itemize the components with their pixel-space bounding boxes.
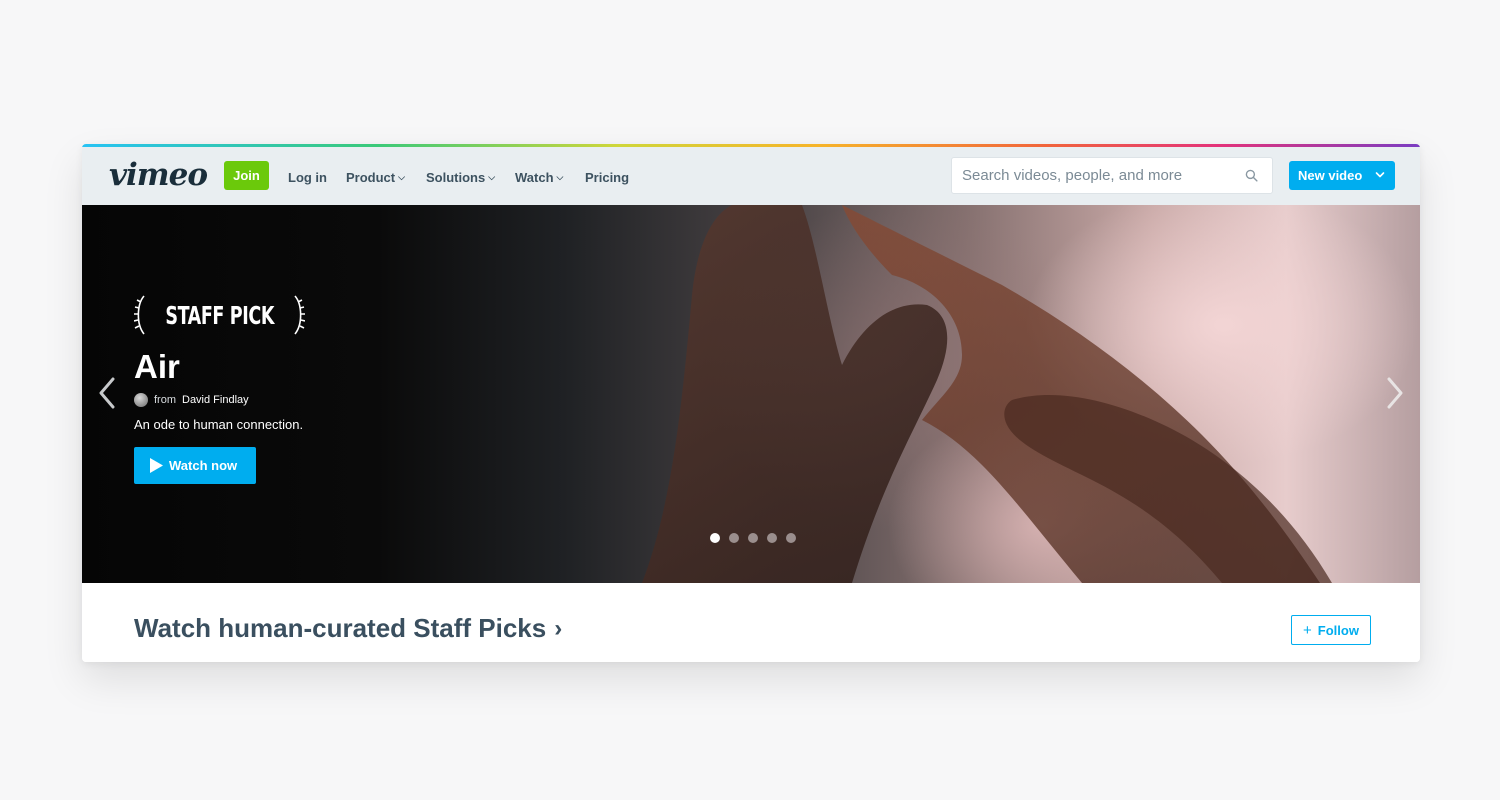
author-link[interactable]: David Findlay — [182, 394, 249, 406]
search-input[interactable] — [952, 158, 1242, 193]
watch-now-label: Watch now — [169, 458, 238, 473]
nav-watch[interactable]: Watch ⌵ — [515, 170, 563, 185]
chevron-right-icon: › — [554, 614, 563, 642]
carousel-dot[interactable] — [786, 533, 796, 543]
nav-product-label: Product — [346, 170, 396, 185]
section-title: Watch human-curated Staff Picks — [134, 613, 547, 643]
hero-content: STAFF PICK Air from David Findlay An ode… — [134, 293, 306, 484]
top-navigation: vimeo Join Log in Product ⌵ Solutions ⌵ Wa… — [82, 147, 1420, 205]
staff-pick-label: STAFF PICK — [165, 300, 275, 330]
nav-login-label: Log in — [288, 170, 327, 185]
carousel-dot[interactable] — [710, 533, 720, 543]
video-title[interactable]: Air — [134, 349, 305, 385]
search-icon[interactable] — [1245, 169, 1258, 182]
join-button[interactable]: Join — [224, 161, 269, 190]
staff-pick-badge: STAFF PICK — [134, 293, 306, 337]
laurel-left-icon — [134, 295, 145, 335]
nav-solutions-label: Solutions — [426, 170, 486, 185]
laurel-right-icon — [294, 295, 306, 335]
byline: from David Findlay — [134, 393, 305, 407]
search-box[interactable] — [951, 157, 1273, 194]
play-icon — [150, 458, 163, 473]
staff-picks-section: Watch human-curated Staff Picks › + Foll… — [82, 583, 1420, 662]
follow-label: Follow — [1317, 622, 1359, 638]
video-description: An ode to human connection. — [134, 417, 304, 432]
nav-login[interactable]: Log in — [288, 170, 327, 185]
new-video-label: New video — [1298, 168, 1363, 183]
new-video-button[interactable]: New video — [1289, 161, 1395, 190]
hero-carousel: STAFF PICK Air from David Findlay An ode… — [82, 205, 1420, 583]
byline-prefix: from — [154, 394, 176, 406]
nav-pricing[interactable]: Pricing — [585, 170, 629, 185]
nav-watch-label: Watch — [515, 170, 554, 185]
chevron-down-icon: ⌵ — [488, 172, 496, 182]
carousel-dot[interactable] — [767, 533, 777, 543]
browser-window: vimeo Join Log in Product ⌵ Solutions ⌵ Wa… — [82, 144, 1420, 662]
nav-pricing-label: Pricing — [585, 170, 630, 185]
staff-picks-heading-link[interactable]: Watch human-curated Staff Picks › — [134, 613, 562, 644]
plus-icon: + — [1303, 621, 1312, 639]
watch-now-button[interactable]: Watch now — [134, 447, 256, 484]
carousel-dot[interactable] — [748, 533, 758, 543]
chevron-down-icon: ⌵ — [556, 172, 564, 182]
chevron-down-icon: ⌵ — [398, 172, 405, 182]
chevron-left-icon[interactable] — [96, 375, 118, 411]
follow-button[interactable]: + Follow — [1291, 615, 1371, 645]
avatar[interactable] — [134, 393, 148, 407]
chevron-right-icon[interactable] — [1384, 375, 1406, 411]
chevron-down-icon — [1375, 172, 1385, 178]
carousel-pagination — [710, 533, 796, 543]
nav-solutions[interactable]: Solutions ⌵ — [426, 170, 495, 185]
vimeo-logo[interactable]: vimeo — [109, 157, 208, 193]
nav-product[interactable]: Product ⌵ — [346, 170, 405, 185]
carousel-dot[interactable] — [729, 533, 739, 543]
